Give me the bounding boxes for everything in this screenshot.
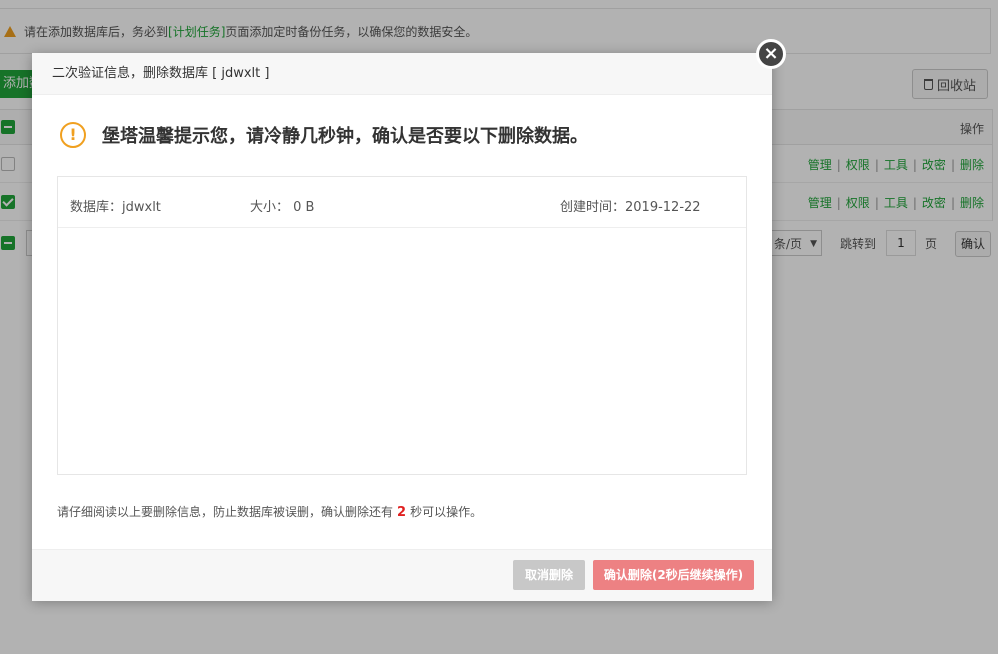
delete-confirm-dialog: 二次验证信息，删除数据库 [ jdwxlt ] × ! 堡塔温馨提示您，请冷静几… (32, 39, 786, 601)
info-row: 数据库：jdwxlt 大小： 0 B 创建时间：2019-12-22 (58, 177, 746, 228)
dialog-headline: ! 堡塔温馨提示您，请冷静几秒钟，确认是否要以下删除数据。 (60, 122, 588, 148)
confirm-delete-button[interactable]: 确认删除(2秒后继续操作) (593, 560, 754, 590)
dialog-footer: 取消删除 确认删除(2秒后继续操作) (32, 549, 772, 601)
database-size: 大小： 0 B (250, 200, 315, 215)
countdown-number: 2 (397, 505, 407, 520)
close-icon[interactable]: × (756, 39, 786, 69)
hint-prefix: 请仔细阅读以上要删除信息，防止数据库被误删，确认删除还有 (57, 505, 394, 519)
countdown-hint: 请仔细阅读以上要删除信息，防止数据库被误删，确认删除还有 2 秒可以操作。 (57, 503, 482, 520)
headline-text: 堡塔温馨提示您，请冷静几秒钟，确认是否要以下删除数据。 (102, 126, 588, 147)
cancel-delete-button[interactable]: 取消删除 (513, 560, 585, 590)
database-created: 创建时间：2019-12-22 (560, 200, 701, 215)
database-name: 数据库：jdwxlt (70, 200, 161, 215)
dialog-title: 二次验证信息，删除数据库 [ jdwxlt ] (32, 53, 772, 95)
delete-info-box: 数据库：jdwxlt 大小： 0 B 创建时间：2019-12-22 (57, 176, 747, 475)
exclamation-icon: ! (60, 122, 86, 148)
hint-suffix: 秒可以操作。 (410, 505, 483, 519)
